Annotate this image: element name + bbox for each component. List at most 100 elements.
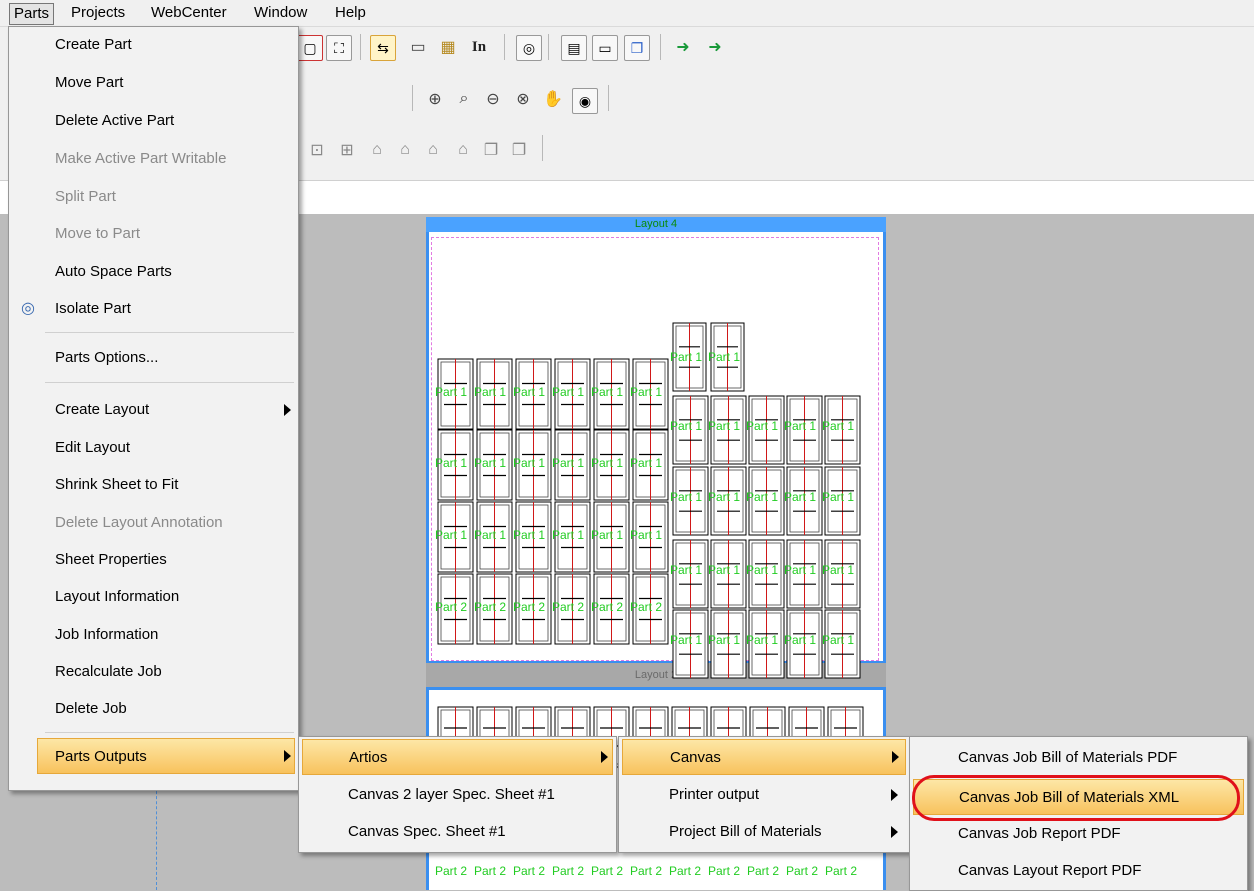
part-label: Part 1 bbox=[784, 490, 816, 504]
part-label: Part 1 bbox=[746, 419, 778, 433]
menu-item-label: Delete Job bbox=[55, 700, 127, 717]
menu-item-move-part[interactable]: Move Part bbox=[9, 65, 298, 101]
menu-item-label: Job Information bbox=[55, 626, 159, 643]
part-label: Part 1 bbox=[513, 528, 545, 542]
part-label: Part 1 bbox=[474, 385, 506, 399]
menu-item-label: Project Bill of Materials bbox=[669, 823, 822, 840]
menu-item-label: Make Active Part Writable bbox=[55, 150, 227, 167]
menu-item-label: Split Part bbox=[55, 188, 116, 205]
menu-item-label: Canvas Job Report PDF bbox=[958, 825, 1121, 842]
part-label: Part 1 bbox=[513, 456, 545, 470]
part-label: Part 1 bbox=[746, 490, 778, 504]
part-label: Part 2 bbox=[708, 864, 740, 878]
menu-item-recalculate-job[interactable]: Recalculate Job bbox=[9, 654, 298, 690]
menu-item-label: Shrink Sheet to Fit bbox=[55, 476, 179, 493]
menu-item-canvas-2-layer-spec[interactable]: Canvas 2 layer Spec. Sheet #1 bbox=[299, 777, 616, 813]
menu-item-create-part[interactable]: Create Part bbox=[9, 27, 298, 63]
part-label: Part 1 bbox=[670, 419, 702, 433]
isolate-icon: ◎ bbox=[21, 300, 35, 317]
part-label: Part 1 bbox=[630, 385, 662, 399]
part-label: Part 1 bbox=[591, 385, 623, 399]
menu-item-job-information[interactable]: Job Information bbox=[9, 617, 298, 653]
menu-separator bbox=[45, 332, 294, 333]
menu-item-label: Canvas Spec. Sheet #1 bbox=[348, 823, 506, 840]
part-label: Part 1 bbox=[474, 456, 506, 470]
menu-item-label: Create Layout bbox=[55, 401, 150, 418]
part-label: Part 1 bbox=[822, 490, 854, 504]
part-label: Part 1 bbox=[822, 563, 854, 577]
part-label: Part 1 bbox=[784, 563, 816, 577]
menu-item-label: Move to Part bbox=[55, 225, 141, 242]
part-label: Part 2 bbox=[591, 864, 623, 878]
part-label: Part 1 bbox=[435, 528, 467, 542]
submenu-arrow-icon bbox=[891, 789, 898, 801]
part-label: Part 1 bbox=[784, 419, 816, 433]
menu-item-label: Recalculate Job bbox=[55, 663, 162, 680]
menu-item-label: Canvas 2 layer Spec. Sheet #1 bbox=[348, 786, 555, 803]
menu-item-delete-job[interactable]: Delete Job bbox=[9, 691, 298, 727]
part-label: Part 1 bbox=[822, 419, 854, 433]
part-label: Part 1 bbox=[822, 633, 854, 647]
part-label: Part 2 bbox=[435, 864, 467, 878]
menu-item-canvas-job-report[interactable]: Canvas Job Report PDF bbox=[910, 816, 1247, 852]
menu-item-canvas-spec-sheet[interactable]: Canvas Spec. Sheet #1 bbox=[299, 814, 616, 850]
submenu-arrow-icon bbox=[891, 826, 898, 838]
menu-item-delete-active-part[interactable]: Delete Active Part bbox=[9, 103, 298, 139]
menu-item-isolate-part[interactable]: ◎ Isolate Part bbox=[9, 291, 298, 327]
menu-item-label: Move Part bbox=[55, 74, 124, 91]
part-label: Part 1 bbox=[630, 456, 662, 470]
part-label: Part 1 bbox=[784, 633, 816, 647]
menu-item-printer-output[interactable]: Printer output bbox=[619, 777, 909, 813]
submenu-arrow-icon bbox=[601, 751, 608, 763]
menu-item-edit-layout[interactable]: Edit Layout bbox=[9, 430, 298, 466]
part-label: Part 1 bbox=[552, 456, 584, 470]
menu-item-layout-information[interactable]: Layout Information bbox=[9, 579, 298, 615]
menu-separator bbox=[45, 382, 294, 383]
part-label: Part 1 bbox=[708, 350, 740, 364]
menu-item-label: Canvas bbox=[670, 749, 721, 766]
part-label: Part 1 bbox=[513, 385, 545, 399]
menu-item-label: Canvas Layout Report PDF bbox=[958, 862, 1142, 879]
menu-item-label: Delete Layout Annotation bbox=[55, 514, 223, 531]
menu-item-split-part: Split Part bbox=[9, 179, 298, 215]
part-label: Part 1 bbox=[670, 633, 702, 647]
part-label: Part 2 bbox=[669, 864, 701, 878]
menu-item-parts-options[interactable]: Parts Options... bbox=[9, 340, 298, 376]
artios-submenu: Canvas Printer output Project Bill of Ma… bbox=[618, 736, 910, 853]
part-label: Part 1 bbox=[708, 563, 740, 577]
menu-item-label: Canvas Job Bill of Materials PDF bbox=[958, 749, 1178, 766]
part-label: Part 2 bbox=[474, 864, 506, 878]
part-label: Part 2 bbox=[552, 600, 584, 614]
part-label: Part 1 bbox=[552, 385, 584, 399]
submenu-arrow-icon bbox=[892, 751, 899, 763]
menu-item-artios[interactable]: Artios bbox=[302, 739, 613, 775]
parts-outputs-submenu: Artios Canvas 2 layer Spec. Sheet #1 Can… bbox=[298, 736, 617, 853]
menu-item-canvas-layout-report[interactable]: Canvas Layout Report PDF bbox=[910, 853, 1247, 889]
part-label: Part 2 bbox=[630, 864, 662, 878]
part-label: Part 1 bbox=[708, 633, 740, 647]
menu-item-parts-outputs[interactable]: Parts Outputs bbox=[37, 738, 295, 774]
menu-item-make-writable: Make Active Part Writable bbox=[9, 141, 298, 177]
menu-item-canvas[interactable]: Canvas bbox=[622, 739, 906, 775]
part-label: Part 2 bbox=[513, 600, 545, 614]
menu-item-shrink-sheet[interactable]: Shrink Sheet to Fit bbox=[9, 467, 298, 503]
menu-item-label: Auto Space Parts bbox=[55, 263, 172, 280]
menu-item-canvas-bom-pdf[interactable]: Canvas Job Bill of Materials PDF bbox=[910, 740, 1247, 776]
menu-item-label: Isolate Part bbox=[55, 300, 131, 317]
part-label: Part 2 bbox=[825, 864, 857, 878]
menu-item-label: Parts Outputs bbox=[55, 748, 147, 765]
part-label: Part 1 bbox=[591, 456, 623, 470]
menu-item-auto-space[interactable]: Auto Space Parts bbox=[9, 254, 298, 290]
menu-item-label: Delete Active Part bbox=[55, 112, 175, 129]
part-label: Part 1 bbox=[435, 385, 467, 399]
submenu-arrow-icon bbox=[284, 750, 291, 762]
part-label: Part 1 bbox=[591, 528, 623, 542]
part-label: Part 1 bbox=[474, 528, 506, 542]
part-label: Part 1 bbox=[670, 563, 702, 577]
menu-item-create-layout[interactable]: Create Layout bbox=[9, 392, 298, 428]
menu-item-sheet-properties[interactable]: Sheet Properties bbox=[9, 542, 298, 578]
part-label: Part 1 bbox=[708, 490, 740, 504]
menu-item-label: Edit Layout bbox=[55, 439, 131, 456]
part-label: Part 1 bbox=[746, 563, 778, 577]
menu-item-project-bom[interactable]: Project Bill of Materials bbox=[619, 814, 909, 850]
